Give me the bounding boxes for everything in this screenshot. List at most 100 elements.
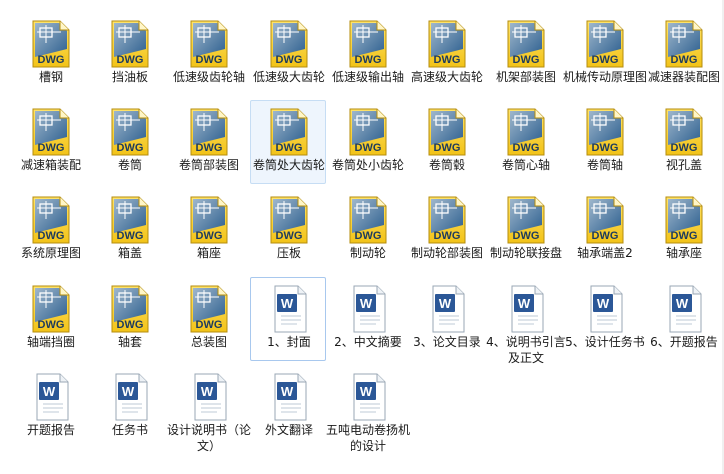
svg-text:DWG: DWG	[38, 142, 65, 154]
word-file-icon: W	[274, 373, 307, 421]
file-name-label: 减速器装配图	[647, 70, 720, 84]
file-item[interactable]: W 5、设计任务书	[565, 277, 645, 361]
file-item[interactable]: W 开题报告	[12, 365, 88, 449]
svg-text:DWG: DWG	[355, 230, 382, 242]
file-item[interactable]: DWG 低速级输出轴	[329, 12, 405, 96]
dwg-file-icon: DWG	[110, 19, 150, 69]
dwg-file-icon: DWG	[428, 20, 466, 68]
svg-text:W: W	[439, 296, 452, 311]
dwg-file-icon: DWG	[189, 284, 229, 334]
file-item[interactable]: W 3、论文目录	[408, 277, 484, 361]
file-item[interactable]: DWG 减速器装配图	[645, 12, 721, 96]
file-name-label: 卷筒轴	[586, 158, 623, 172]
dwg-file-icon: DWG	[189, 107, 229, 157]
file-item[interactable]: DWG 低速级大齿轮	[250, 12, 326, 96]
file-item[interactable]: DWG 卷筒轴	[566, 100, 642, 184]
file-item[interactable]: DWG 轴承端盖2	[566, 188, 642, 272]
file-name-label: 5、设计任务书	[565, 335, 645, 349]
file-name-label: 外文翻译	[264, 423, 313, 437]
svg-text:DWG: DWG	[671, 142, 698, 154]
dwg-file-icon: DWG	[31, 107, 71, 157]
svg-text:DWG: DWG	[276, 142, 303, 154]
dwg-file-icon: DWG	[110, 284, 150, 334]
file-item[interactable]: DWG 总装图	[170, 277, 246, 361]
svg-text:DWG: DWG	[355, 54, 382, 66]
svg-text:W: W	[43, 384, 56, 399]
file-item[interactable]: DWG 挡油板	[91, 12, 167, 96]
file-item[interactable]: W 任务书	[91, 365, 167, 449]
svg-text:DWG: DWG	[513, 54, 540, 66]
file-name-label: 卷筒处小齿轮	[331, 158, 404, 172]
file-item[interactable]: W 1、封面	[250, 277, 326, 361]
word-file-icon: W	[269, 372, 309, 422]
file-item[interactable]: DWG 槽钢	[12, 12, 88, 96]
dwg-file-icon: DWG	[31, 284, 71, 334]
file-item[interactable]: DWG 卷筒处大齿轮	[250, 100, 326, 184]
file-item[interactable]: DWG 卷筒处小齿轮	[329, 100, 405, 184]
file-item[interactable]: DWG 压板	[250, 188, 326, 272]
file-item[interactable]: W 4、说明书引言及正文	[486, 277, 566, 365]
dwg-file-icon: DWG	[189, 19, 229, 69]
word-file-icon: W	[511, 285, 544, 333]
word-file-icon: W	[31, 372, 71, 422]
dwg-file-icon: DWG	[428, 108, 466, 156]
svg-text:DWG: DWG	[196, 142, 223, 154]
file-name-label: 轴承座	[665, 246, 702, 260]
file-item[interactable]: W 外文翻译	[250, 365, 326, 449]
file-item[interactable]: W 设计说明书（论文）	[167, 365, 251, 453]
dwg-file-icon: DWG	[348, 107, 388, 157]
file-item[interactable]: W 五吨电动卷扬机的设计	[326, 365, 410, 453]
dwg-file-icon: DWG	[32, 285, 70, 333]
file-item[interactable]: DWG 卷筒毂	[408, 100, 484, 184]
dwg-file-icon: DWG	[269, 107, 309, 157]
file-item[interactable]: DWG 轴端挡圈	[12, 277, 88, 361]
word-file-icon: W	[189, 372, 229, 422]
file-item[interactable]: DWG 机架部装图	[487, 12, 563, 96]
file-name-label: 系统原理图	[20, 246, 81, 260]
file-item[interactable]: DWG 制动轮联接盘	[487, 188, 563, 272]
dwg-file-icon: DWG	[427, 107, 467, 157]
dwg-file-icon: DWG	[348, 19, 388, 69]
file-item[interactable]: W 6、开题报告	[645, 277, 721, 361]
file-item[interactable]: DWG 系统原理图	[12, 188, 88, 272]
dwg-file-icon: DWG	[32, 196, 70, 244]
svg-text:DWG: DWG	[434, 54, 461, 66]
file-item[interactable]: DWG 机械传动原理图	[563, 12, 647, 96]
file-item[interactable]: DWG 低速级齿轮轴	[170, 12, 246, 96]
dwg-file-icon: DWG	[506, 107, 546, 157]
file-name-label: 箱座	[196, 246, 221, 260]
dwg-file-icon: DWG	[507, 196, 545, 244]
word-file-icon: W	[432, 285, 465, 333]
file-item[interactable]: DWG 制动轮部装图	[408, 188, 484, 272]
file-item[interactable]: DWG 轴承座	[645, 188, 721, 272]
file-item[interactable]: DWG 卷筒部装图	[170, 100, 246, 184]
dwg-file-icon: DWG	[31, 195, 71, 245]
file-name-label: 轴承端盖2	[577, 246, 633, 260]
file-item[interactable]: DWG 轴套	[91, 277, 167, 361]
file-name-label: 4、说明书引言及正文	[486, 335, 566, 365]
dwg-file-icon: DWG	[110, 107, 150, 157]
file-item[interactable]: DWG 箱盖	[91, 188, 167, 272]
file-name-label: 视孔盖	[665, 158, 702, 172]
dwg-file-icon: DWG	[270, 20, 308, 68]
dwg-file-icon: DWG	[507, 108, 545, 156]
svg-text:DWG: DWG	[38, 54, 65, 66]
file-item[interactable]: DWG 高速级大齿轮	[408, 12, 484, 96]
file-item[interactable]: DWG 卷筒	[91, 100, 167, 184]
dwg-file-icon: DWG	[110, 195, 150, 245]
word-file-icon: W	[590, 285, 623, 333]
file-item[interactable]: DWG 减速箱装配	[12, 100, 88, 184]
dwg-file-icon: DWG	[190, 285, 228, 333]
file-item[interactable]: DWG 视孔盖	[645, 100, 721, 184]
file-name-label: 机架部装图	[495, 70, 556, 84]
svg-text:W: W	[597, 296, 610, 311]
file-item[interactable]: DWG 制动轮	[329, 188, 405, 272]
dwg-file-icon: DWG	[585, 107, 625, 157]
file-item[interactable]: DWG 卷筒心轴	[487, 100, 563, 184]
word-file-icon: W	[669, 285, 702, 333]
file-item[interactable]: W 2、中文摘要	[329, 277, 405, 361]
svg-text:W: W	[201, 384, 214, 399]
word-file-icon: W	[274, 285, 307, 333]
file-name-label: 卷筒毂	[428, 158, 465, 172]
file-item[interactable]: DWG 箱座	[170, 188, 246, 272]
